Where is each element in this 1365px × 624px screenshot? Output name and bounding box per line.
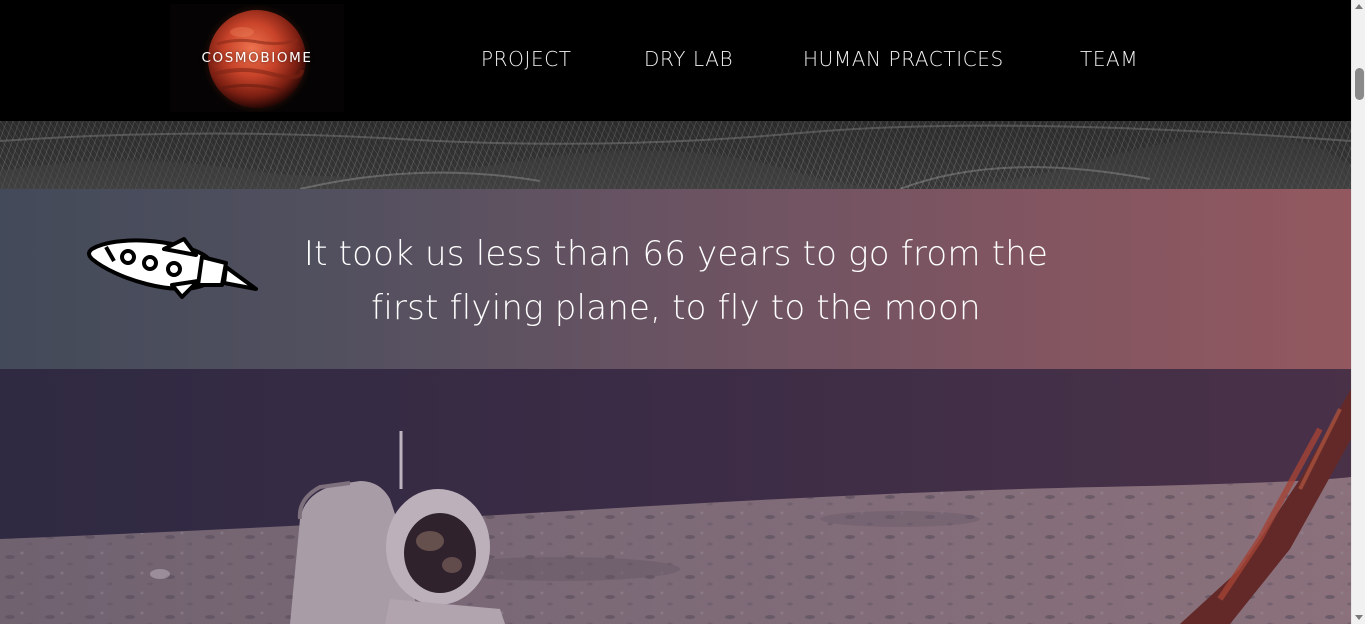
engraving-texture: [0, 121, 1351, 189]
nav-link-team[interactable]: TEAM: [1080, 47, 1138, 71]
moon-scene: [0, 369, 1351, 624]
hero-quote-line-2: first flying plane, to fly to the moon: [371, 288, 981, 328]
site-navbar: COSMOBIOME PROJECT DRY LAB HUMAN PRACTIC…: [0, 0, 1351, 121]
astronaut-moon-image: [0, 369, 1351, 624]
page-scrollbar[interactable]: [1351, 0, 1365, 624]
hero-quote-line-1: It took us less than 66 years to go from…: [303, 234, 1049, 274]
scrollbar-thumb[interactable]: [1355, 68, 1364, 100]
rocket-icon: [87, 237, 258, 299]
nav-link-human-practices[interactable]: HUMAN PRACTICES: [803, 47, 1004, 71]
main-navigation: PROJECT DRY LAB HUMAN PRACTICES TEAM: [0, 47, 1351, 75]
nav-link-project[interactable]: PROJECT: [481, 47, 572, 71]
engraving-image: [0, 121, 1351, 189]
scroll-down-arrow-icon[interactable]: [1355, 615, 1363, 620]
hero-quote: It took us less than 66 years to go from…: [286, 227, 1066, 335]
scroll-up-arrow-icon[interactable]: [1355, 4, 1363, 9]
nav-link-dry-lab[interactable]: DRY LAB: [644, 47, 733, 71]
